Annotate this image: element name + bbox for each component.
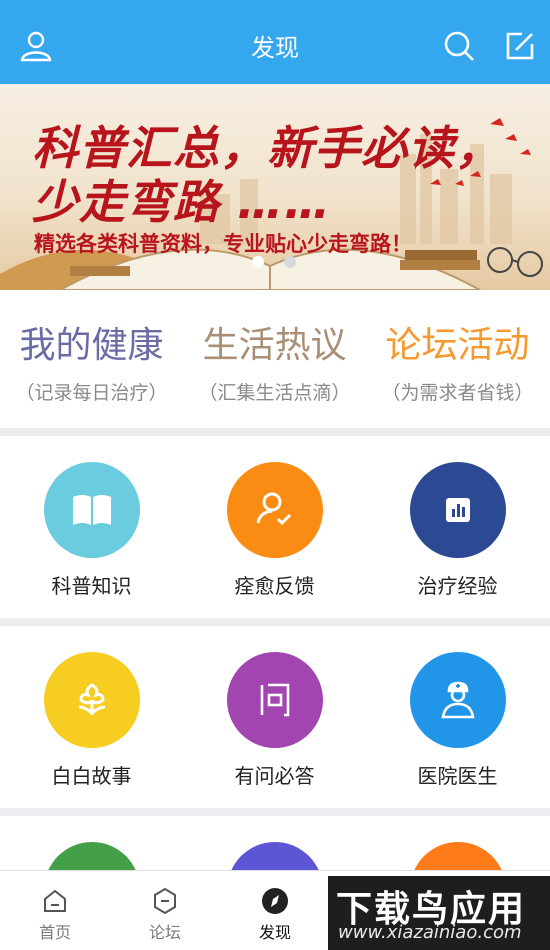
feature-hospital-doctors[interactable]: 医院医生 [366,652,549,789]
feature-treatment-experience[interactable]: 治疗经验 [366,462,549,599]
watermark-url: www.xiazainiao.com [338,922,522,943]
category-strip: 我的健康 （记录每日治疗） 生活热议 （汇集生活点滴） 论坛活动 （为需求者省钱… [0,290,550,428]
tab-forum[interactable]: 论坛 [110,887,220,943]
feature-label: 有问必答 [234,764,315,788]
category-subtitle: （汇集生活点滴） [198,382,351,404]
category-subtitle: （为需求者省钱） [381,382,534,404]
tab-label: 论坛 [148,923,181,942]
doctor-icon [409,652,506,748]
feature-stories[interactable]: 白白故事 [0,652,183,789]
feature-label: 科普知识 [51,574,132,598]
promo-banner[interactable]: 科普汇总，新手必读， 少走弯路 …… 精选各类科普资料，专业贴心少走弯路！ [0,84,550,290]
user-check-icon [226,462,323,558]
feature-science[interactable]: 科普知识 [0,462,183,599]
tab-label: 首页 [38,923,71,942]
category-title: 论坛活动 [385,325,530,366]
top-bar: 发现 [0,0,550,84]
feature-label: 治疗经验 [417,574,498,598]
category-life-topics[interactable]: 生活热议 （汇集生活点滴） [183,316,366,405]
forum-icon [154,887,176,915]
carousel-dot-1[interactable] [252,256,264,268]
banner-subtitle: 精选各类科普资料，专业贴心少走弯路！ [34,232,412,256]
feature-row-1: 科普知识 痊愈反馈 治疗经验 [0,436,550,618]
feature-label: 医院医生 [417,764,498,788]
carousel-dot-2[interactable] [284,256,296,268]
home-icon [44,889,66,912]
tab-label: 发现 [258,923,291,942]
category-forum-events[interactable]: 论坛活动 （为需求者省钱） [366,316,549,405]
feature-label: 痊愈反馈 [234,574,315,598]
feature-qa[interactable]: 有问必答 [183,652,366,789]
search-icon[interactable] [441,28,477,64]
category-title: 我的健康 [19,325,164,366]
question-icon [226,652,323,748]
feature-row-2: 白白故事 有问必答 医院医生 [0,626,550,808]
carousel-indicator[interactable] [252,256,296,268]
compose-icon[interactable] [502,28,538,64]
category-title: 生活热议 [202,325,347,366]
flower-icon [43,652,140,748]
category-subtitle: （记录每日治疗） [15,382,168,404]
tab-discover[interactable]: 发现 [220,887,330,943]
banner-headline-2: 少走弯路 …… [32,175,332,229]
feature-row-3 [0,816,550,876]
feature-label: 白白故事 [51,764,132,788]
discover-icon [262,888,288,914]
tab-home[interactable]: 首页 [0,887,110,943]
category-my-health[interactable]: 我的健康 （记录每日治疗） [0,316,183,405]
chart-icon [409,462,506,558]
book-icon [43,462,140,558]
site-watermark: 下载鸟应用 www.xiazainiao.com [328,876,550,950]
feature-recovery-feedback[interactable]: 痊愈反馈 [183,462,366,599]
